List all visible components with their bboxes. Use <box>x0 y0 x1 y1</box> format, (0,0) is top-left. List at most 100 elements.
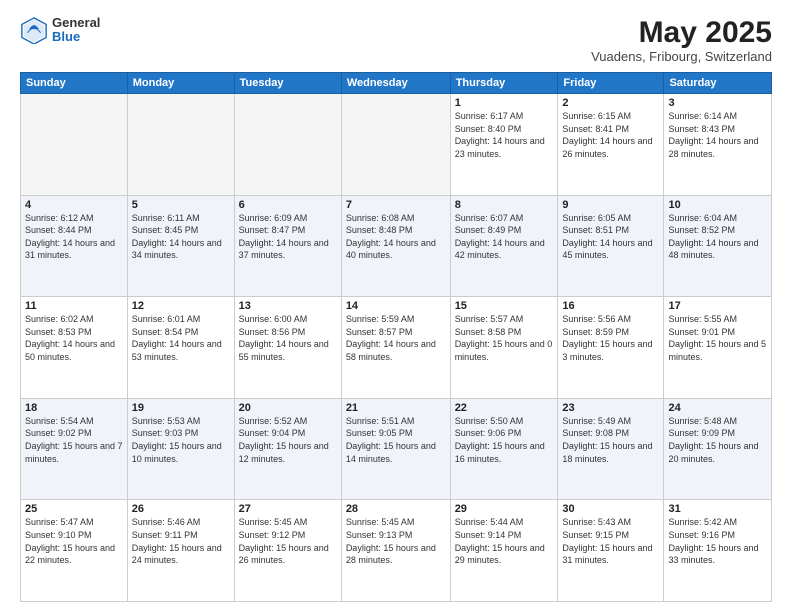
day-number: 12 <box>132 300 230 312</box>
day-number: 9 <box>562 199 659 211</box>
day-info: Sunrise: 5:55 AM Sunset: 9:01 PM Dayligh… <box>668 313 767 363</box>
calendar-week-row: 11Sunrise: 6:02 AM Sunset: 8:53 PM Dayli… <box>21 297 772 399</box>
table-row: 17Sunrise: 5:55 AM Sunset: 9:01 PM Dayli… <box>664 297 772 399</box>
day-info: Sunrise: 5:45 AM Sunset: 9:13 PM Dayligh… <box>346 516 446 566</box>
table-row: 11Sunrise: 6:02 AM Sunset: 8:53 PM Dayli… <box>21 297 128 399</box>
day-info: Sunrise: 5:43 AM Sunset: 9:15 PM Dayligh… <box>562 516 659 566</box>
header-wednesday: Wednesday <box>341 73 450 94</box>
day-number: 31 <box>668 503 767 515</box>
day-number: 1 <box>455 97 554 109</box>
day-number: 28 <box>346 503 446 515</box>
calendar-header-row: Sunday Monday Tuesday Wednesday Thursday… <box>21 73 772 94</box>
calendar-week-row: 18Sunrise: 5:54 AM Sunset: 9:02 PM Dayli… <box>21 398 772 500</box>
day-info: Sunrise: 5:51 AM Sunset: 9:05 PM Dayligh… <box>346 415 446 465</box>
table-row: 21Sunrise: 5:51 AM Sunset: 9:05 PM Dayli… <box>341 398 450 500</box>
logo-icon <box>20 16 48 44</box>
day-number: 3 <box>668 97 767 109</box>
day-info: Sunrise: 5:44 AM Sunset: 9:14 PM Dayligh… <box>455 516 554 566</box>
day-number: 17 <box>668 300 767 312</box>
table-row: 6Sunrise: 6:09 AM Sunset: 8:47 PM Daylig… <box>234 195 341 297</box>
title-block: May 2025 Vuadens, Fribourg, Switzerland <box>591 16 772 64</box>
table-row: 9Sunrise: 6:05 AM Sunset: 8:51 PM Daylig… <box>558 195 664 297</box>
day-number: 11 <box>25 300 123 312</box>
header-tuesday: Tuesday <box>234 73 341 94</box>
calendar-week-row: 25Sunrise: 5:47 AM Sunset: 9:10 PM Dayli… <box>21 500 772 602</box>
day-info: Sunrise: 6:07 AM Sunset: 8:49 PM Dayligh… <box>455 212 554 262</box>
day-info: Sunrise: 5:54 AM Sunset: 9:02 PM Dayligh… <box>25 415 123 465</box>
day-number: 2 <box>562 97 659 109</box>
day-number: 23 <box>562 402 659 414</box>
day-info: Sunrise: 6:04 AM Sunset: 8:52 PM Dayligh… <box>668 212 767 262</box>
table-row: 23Sunrise: 5:49 AM Sunset: 9:08 PM Dayli… <box>558 398 664 500</box>
day-info: Sunrise: 6:15 AM Sunset: 8:41 PM Dayligh… <box>562 110 659 160</box>
calendar-week-row: 4Sunrise: 6:12 AM Sunset: 8:44 PM Daylig… <box>21 195 772 297</box>
table-row: 30Sunrise: 5:43 AM Sunset: 9:15 PM Dayli… <box>558 500 664 602</box>
day-info: Sunrise: 5:53 AM Sunset: 9:03 PM Dayligh… <box>132 415 230 465</box>
day-number: 5 <box>132 199 230 211</box>
day-number: 15 <box>455 300 554 312</box>
calendar-week-row: 1Sunrise: 6:17 AM Sunset: 8:40 PM Daylig… <box>21 94 772 196</box>
table-row: 20Sunrise: 5:52 AM Sunset: 9:04 PM Dayli… <box>234 398 341 500</box>
table-row: 14Sunrise: 5:59 AM Sunset: 8:57 PM Dayli… <box>341 297 450 399</box>
day-number: 20 <box>239 402 337 414</box>
table-row: 8Sunrise: 6:07 AM Sunset: 8:49 PM Daylig… <box>450 195 558 297</box>
table-row: 16Sunrise: 5:56 AM Sunset: 8:59 PM Dayli… <box>558 297 664 399</box>
table-row <box>341 94 450 196</box>
table-row: 25Sunrise: 5:47 AM Sunset: 9:10 PM Dayli… <box>21 500 128 602</box>
table-row: 2Sunrise: 6:15 AM Sunset: 8:41 PM Daylig… <box>558 94 664 196</box>
day-number: 24 <box>668 402 767 414</box>
day-info: Sunrise: 6:01 AM Sunset: 8:54 PM Dayligh… <box>132 313 230 363</box>
header-friday: Friday <box>558 73 664 94</box>
day-info: Sunrise: 5:56 AM Sunset: 8:59 PM Dayligh… <box>562 313 659 363</box>
page: General Blue May 2025 Vuadens, Fribourg,… <box>0 0 792 612</box>
day-info: Sunrise: 5:50 AM Sunset: 9:06 PM Dayligh… <box>455 415 554 465</box>
table-row: 29Sunrise: 5:44 AM Sunset: 9:14 PM Dayli… <box>450 500 558 602</box>
table-row: 4Sunrise: 6:12 AM Sunset: 8:44 PM Daylig… <box>21 195 128 297</box>
day-info: Sunrise: 5:57 AM Sunset: 8:58 PM Dayligh… <box>455 313 554 363</box>
table-row <box>234 94 341 196</box>
day-number: 21 <box>346 402 446 414</box>
table-row: 27Sunrise: 5:45 AM Sunset: 9:12 PM Dayli… <box>234 500 341 602</box>
day-number: 29 <box>455 503 554 515</box>
day-info: Sunrise: 5:59 AM Sunset: 8:57 PM Dayligh… <box>346 313 446 363</box>
logo-text: General Blue <box>52 16 100 45</box>
day-number: 25 <box>25 503 123 515</box>
table-row <box>21 94 128 196</box>
day-info: Sunrise: 6:12 AM Sunset: 8:44 PM Dayligh… <box>25 212 123 262</box>
day-number: 7 <box>346 199 446 211</box>
day-number: 26 <box>132 503 230 515</box>
table-row: 28Sunrise: 5:45 AM Sunset: 9:13 PM Dayli… <box>341 500 450 602</box>
day-info: Sunrise: 6:00 AM Sunset: 8:56 PM Dayligh… <box>239 313 337 363</box>
day-info: Sunrise: 5:47 AM Sunset: 9:10 PM Dayligh… <box>25 516 123 566</box>
table-row: 24Sunrise: 5:48 AM Sunset: 9:09 PM Dayli… <box>664 398 772 500</box>
table-row: 22Sunrise: 5:50 AM Sunset: 9:06 PM Dayli… <box>450 398 558 500</box>
day-number: 19 <box>132 402 230 414</box>
header-monday: Monday <box>127 73 234 94</box>
day-info: Sunrise: 5:42 AM Sunset: 9:16 PM Dayligh… <box>668 516 767 566</box>
day-info: Sunrise: 6:08 AM Sunset: 8:48 PM Dayligh… <box>346 212 446 262</box>
day-number: 13 <box>239 300 337 312</box>
table-row: 1Sunrise: 6:17 AM Sunset: 8:40 PM Daylig… <box>450 94 558 196</box>
logo-general: General <box>52 16 100 30</box>
day-info: Sunrise: 6:17 AM Sunset: 8:40 PM Dayligh… <box>455 110 554 160</box>
table-row <box>127 94 234 196</box>
day-number: 16 <box>562 300 659 312</box>
table-row: 7Sunrise: 6:08 AM Sunset: 8:48 PM Daylig… <box>341 195 450 297</box>
location-subtitle: Vuadens, Fribourg, Switzerland <box>591 49 772 64</box>
day-info: Sunrise: 5:48 AM Sunset: 9:09 PM Dayligh… <box>668 415 767 465</box>
day-info: Sunrise: 5:45 AM Sunset: 9:12 PM Dayligh… <box>239 516 337 566</box>
table-row: 13Sunrise: 6:00 AM Sunset: 8:56 PM Dayli… <box>234 297 341 399</box>
logo-blue: Blue <box>52 30 100 44</box>
day-info: Sunrise: 6:02 AM Sunset: 8:53 PM Dayligh… <box>25 313 123 363</box>
logo: General Blue <box>20 16 100 45</box>
header-sunday: Sunday <box>21 73 128 94</box>
day-number: 6 <box>239 199 337 211</box>
day-info: Sunrise: 5:52 AM Sunset: 9:04 PM Dayligh… <box>239 415 337 465</box>
table-row: 3Sunrise: 6:14 AM Sunset: 8:43 PM Daylig… <box>664 94 772 196</box>
day-number: 10 <box>668 199 767 211</box>
header: General Blue May 2025 Vuadens, Fribourg,… <box>20 16 772 64</box>
table-row: 12Sunrise: 6:01 AM Sunset: 8:54 PM Dayli… <box>127 297 234 399</box>
table-row: 15Sunrise: 5:57 AM Sunset: 8:58 PM Dayli… <box>450 297 558 399</box>
header-saturday: Saturday <box>664 73 772 94</box>
day-number: 18 <box>25 402 123 414</box>
